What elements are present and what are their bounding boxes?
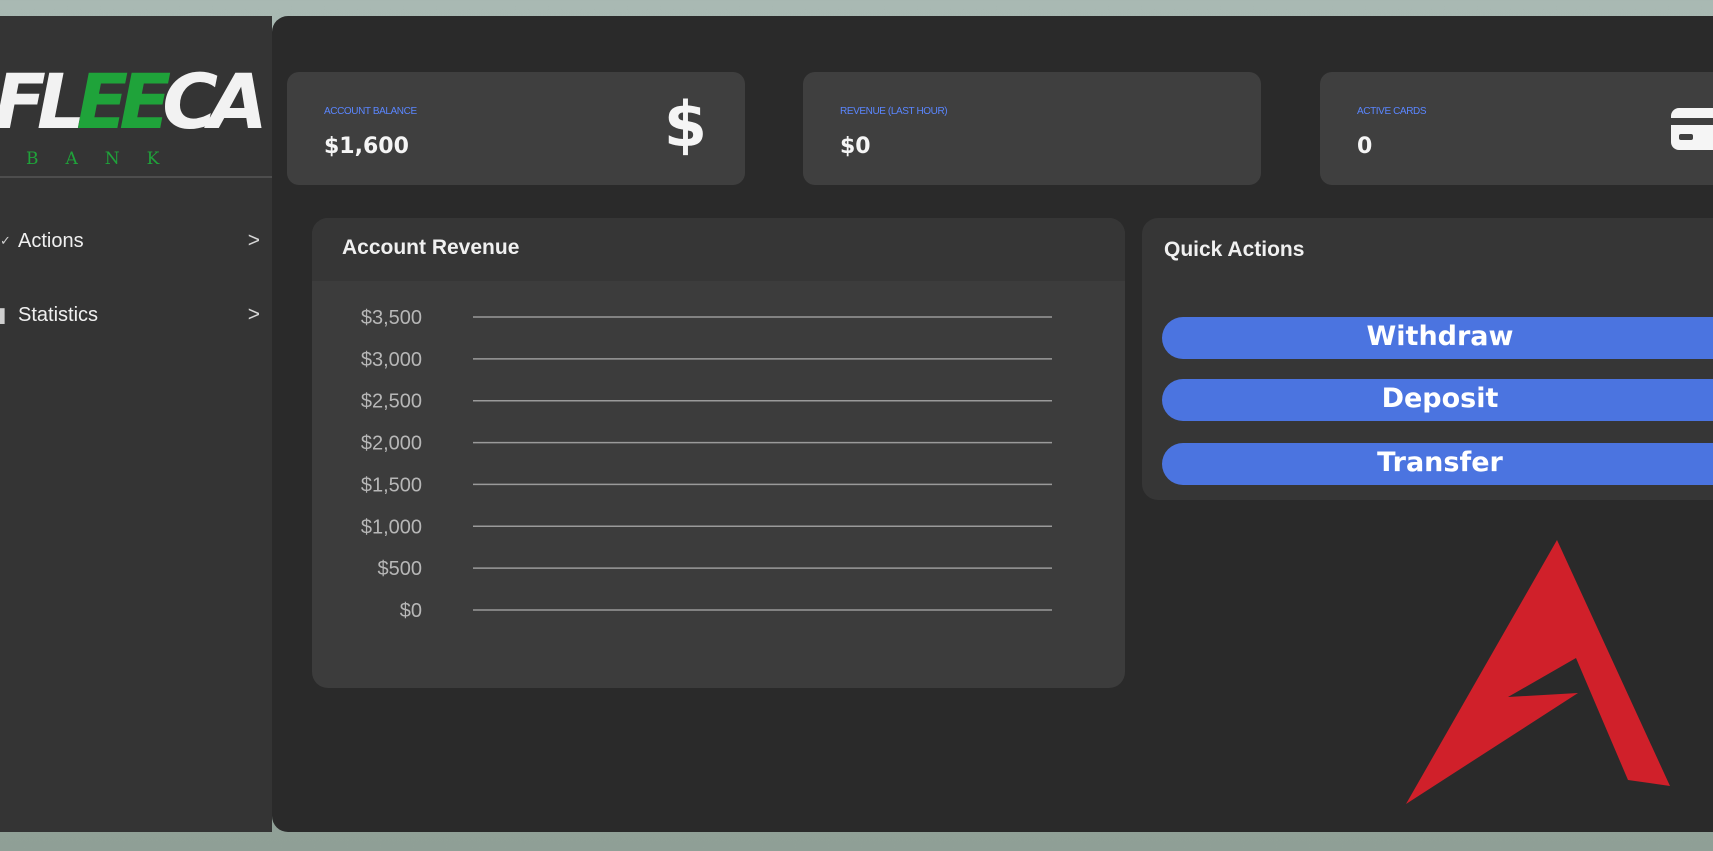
quick-actions-panel: Quick Actions Withdraw Deposit Transfer (1142, 218, 1713, 500)
sidebar: FLEECA BANK ✓ Actions > ▌ Statistics > (0, 16, 272, 832)
chevron-right-icon: > (247, 229, 260, 252)
y-tick-label: $500 (378, 558, 423, 580)
fleeca-logo: FLEECA BANK (0, 46, 272, 176)
stat-label: ACCOUNT BALANCE (324, 106, 417, 117)
bar-chart-icon: ▌ (0, 307, 10, 323)
dollar-icon: $ (663, 88, 707, 161)
check-icon: ✓ (0, 233, 11, 248)
deposit-button[interactable]: Deposit (1162, 379, 1713, 421)
stat-label: REVENUE (LAST HOUR) (840, 106, 948, 117)
sidebar-item-actions[interactable]: ✓ Actions > (0, 221, 272, 261)
logo-wordmark: FLEECA (0, 64, 268, 140)
transfer-button[interactable]: Transfer (1162, 443, 1713, 485)
sidebar-item-label: Actions (18, 229, 84, 252)
button-label: Transfer (1377, 447, 1503, 478)
withdraw-button[interactable]: Withdraw (1162, 317, 1713, 359)
y-tick-label: $2,500 (361, 391, 422, 413)
sidebar-item-statistics[interactable]: ▌ Statistics > (0, 295, 272, 335)
y-tick-label: $1,000 (361, 516, 422, 538)
y-tick-label: $3,000 (361, 349, 422, 371)
credit-card-icon (1671, 108, 1713, 150)
logo-text-ca: CA (162, 57, 268, 146)
logo-text-fl: FL (0, 57, 85, 146)
stat-value: 0 (1357, 134, 1373, 159)
stat-label: ACTIVE CARDS (1357, 106, 1427, 117)
y-tick-label: $3,500 (361, 307, 422, 329)
brand-logo-mark (1406, 540, 1670, 804)
stat-card-revenue-last-hour: REVENUE (LAST HOUR) $0 (803, 72, 1261, 185)
logo-text-ee: EE (76, 57, 171, 146)
panel-title: Quick Actions (1164, 238, 1305, 261)
stat-value: $0 (840, 134, 871, 159)
chevron-right-icon: > (247, 303, 260, 326)
revenue-chart: $3,500 $3,000 $2,500 $2,000 $1,500 $1,000 $500… (361, 307, 1052, 622)
stat-card-active-cards: ACTIVE CARDS 0 (1320, 72, 1713, 185)
y-tick-label: $1,500 (361, 474, 422, 496)
account-revenue-panel: Account Revenue $3,500 $3,000 $2,500 $2,000… (312, 218, 1125, 688)
button-label: Withdraw (1366, 321, 1514, 352)
sidebar-divider (0, 176, 272, 178)
logo-subtitle: BANK (26, 149, 187, 169)
y-tick-label: $2,000 (361, 433, 422, 455)
stat-value: $1,600 (324, 134, 409, 159)
sidebar-item-label: Statistics (18, 303, 99, 326)
y-tick-label: $0 (400, 600, 422, 622)
button-label: Deposit (1381, 383, 1499, 414)
stat-card-account-balance: ACCOUNT BALANCE $1,600 $ (287, 72, 745, 185)
